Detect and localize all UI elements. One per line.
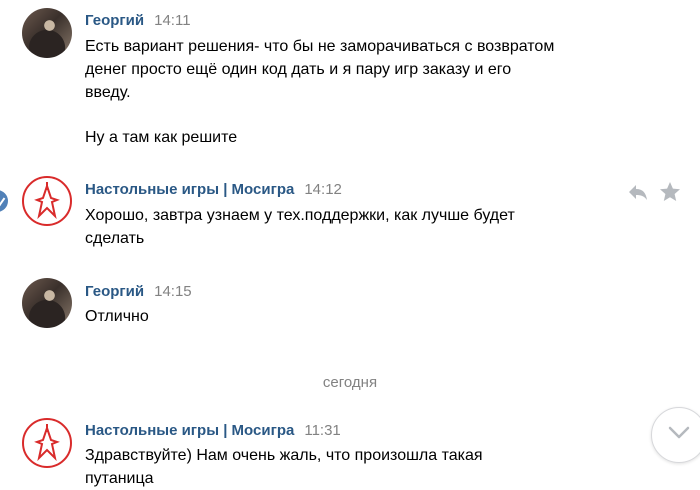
star-icon[interactable] [658,180,682,204]
message-line: Здравствуйте) Нам очень жаль, что произо… [85,447,483,464]
message-line: Есть вариант решения- что бы не заморачи… [85,38,555,55]
message-line: денег просто ещё один код дать и я пару … [85,61,512,78]
message-line: путаница [85,470,154,487]
message-time: 14:12 [304,181,342,198]
reply-icon[interactable] [626,180,650,204]
message-line: Отлично [85,308,149,325]
message-text: Здравствуйте) Нам очень жаль, что произо… [85,444,625,490]
message-line: Хорошо, завтра узнаем у тех.поддержки, к… [85,207,515,224]
message-author[interactable]: Настольные игры | Мосигра 14:12 [85,181,342,198]
message-line: введу. [85,84,131,101]
date-separator: сегодня [322,374,378,391]
unread-indicator [0,190,8,212]
mosigra-logo-icon [34,424,60,462]
message-author[interactable]: Георгий 14:15 [85,283,192,300]
message-time: 14:11 [154,12,191,29]
mosigra-logo-icon [34,182,60,220]
chevron-down-icon [668,426,690,439]
message-text: Есть вариант решения- что бы не заморачи… [85,35,625,104]
author-name[interactable]: Георгий [85,12,144,29]
avatar[interactable] [22,418,72,468]
avatar[interactable] [22,278,72,328]
author-name[interactable]: Георгий [85,283,144,300]
message-time: 14:15 [154,283,192,300]
author-name[interactable]: Настольные игры | Мосигра [85,181,294,198]
message-text: Отлично [85,305,625,328]
avatar[interactable] [22,176,72,226]
avatar[interactable] [22,8,72,58]
message-author[interactable]: Настольные игры | Мосигра 11:31 [85,422,341,439]
message-author[interactable]: Георгий 14:11 [85,12,191,29]
scroll-down-button[interactable] [651,407,700,463]
message-line: сделать [85,230,145,247]
author-name[interactable]: Настольные игры | Мосигра [85,422,294,439]
message-text-extra: Ну а там как решите [85,129,238,146]
message-time: 11:31 [304,422,341,439]
message-text: Хорошо, завтра узнаем у тех.поддержки, к… [85,204,625,250]
